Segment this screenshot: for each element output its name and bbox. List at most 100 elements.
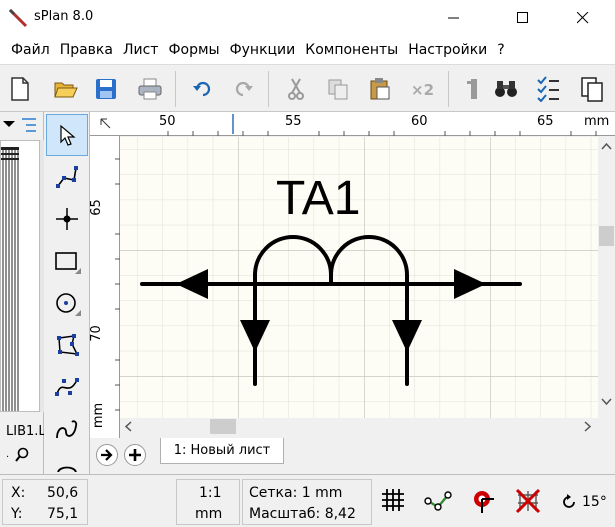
menu-help[interactable]: ? [492,36,509,64]
snap-off-button[interactable] [514,487,544,517]
paste-button[interactable] [364,73,396,105]
ruler-label-left: 65 [88,199,104,216]
library-items-preview [1,147,19,411]
menu-file[interactable]: Файл [6,36,55,64]
text-tool[interactable] [46,450,88,472]
list-view-icon [22,118,36,132]
library-menu-dropdown[interactable] [2,118,16,133]
component-icon [467,79,477,99]
library-list[interactable] [0,140,40,412]
save-button[interactable] [90,73,122,105]
scroll-down-icon[interactable] [601,398,612,406]
copy-button[interactable] [322,73,354,105]
open-file-button[interactable] [50,73,82,105]
toolbar-separator [448,71,449,107]
y-label: Y: [11,506,23,522]
rectangle-tool[interactable] [46,240,88,282]
grid-zoom-panel[interactable]: Сетка: 1 mm Масштаб: 8,42 [242,479,372,525]
library-view-button[interactable] [18,114,40,136]
text-tool-icon [57,466,77,472]
cut-button[interactable] [280,73,312,105]
ruler-label-top: 65 [537,114,554,129]
grid-toggle-button[interactable] [380,487,410,517]
polyline-tool[interactable] [46,156,88,198]
component-tool-button[interactable] [458,73,490,105]
vertical-scroll-thumb[interactable] [599,226,614,246]
horizontal-scroll-thumb[interactable] [210,419,236,434]
svg-text:.: . [6,449,9,460]
component-label[interactable]: TA1 [276,175,360,223]
library-search-button[interactable]: . [6,446,36,468]
polygon-tool[interactable] [46,324,88,366]
vertical-ruler: 65 70 mm [88,136,120,438]
close-button[interactable] [560,0,606,36]
clipboard-paste-icon [370,78,390,100]
svg-text:×2: ×2 [411,81,434,98]
circle-icon [56,293,81,316]
rotate-icon [563,494,575,508]
menu-sheet[interactable]: Лист [118,36,163,64]
print-button[interactable] [134,73,166,105]
parts-list-button[interactable] [532,73,564,105]
redo-button[interactable] [228,73,260,105]
grid-icon [382,489,404,511]
menu-components[interactable]: Компоненты [300,36,403,64]
ruler-unit-top: mm [584,114,610,129]
select-tool[interactable] [46,114,88,156]
library-panel: LIB1.L . [0,112,46,474]
toolbar-separator [175,71,176,107]
ruler-unit-left: mm [91,402,107,429]
copy-icon [328,79,348,100]
find-button[interactable] [490,73,522,105]
scale-panel[interactable]: 1:1 mm [176,479,240,525]
grid-size: Сетка: 1 mm [249,485,343,501]
save-disk-icon [96,79,116,99]
snap-nodes-button[interactable] [424,487,454,517]
drawing-canvas[interactable]: TA1 [120,137,599,418]
ruler-ticks [115,158,120,411]
add-sheet-button[interactable] [124,444,146,466]
sheet-tab-bar: 1: Новый лист [90,438,615,472]
pages-button[interactable] [576,73,608,105]
menu-functions[interactable]: Функции [225,36,301,64]
scroll-left-icon[interactable] [124,421,132,432]
y-value: 75,1 [47,506,79,522]
window-title: sPlan 8.0 [34,9,94,24]
undo-button[interactable] [186,73,218,105]
x-label: X: [11,485,26,501]
magnet-snap-icon [474,491,494,513]
drawing-tools [44,112,90,474]
circle-tool[interactable] [46,282,88,324]
bezier-tool[interactable] [46,366,88,408]
rotation-angle-button[interactable]: 15° [560,487,612,517]
scroll-right-icon[interactable] [584,421,592,432]
vertical-scrollbar[interactable] [598,136,615,438]
menu-edit[interactable]: Правка [55,36,118,64]
app-pen-icon [8,8,28,28]
menu-forms[interactable]: Формы [163,36,224,64]
freehand-tool[interactable] [46,408,88,450]
duplicate-button[interactable]: ×2 [408,73,440,105]
sheet-tab[interactable]: 1: Новый лист [160,438,284,464]
maximize-button[interactable] [500,0,546,36]
plus-icon [129,449,141,461]
next-sheet-button[interactable] [96,444,118,466]
junction-icon [56,208,78,230]
horizontal-scrollbar[interactable] [120,418,598,435]
toolbar-separator [268,71,269,107]
junction-tool[interactable] [46,198,88,240]
scale-ratio: 1:1 [199,485,222,501]
scissors-icon [288,78,304,100]
duplicate-x2-icon: ×2 [411,81,434,98]
minimize-button[interactable] [431,0,477,36]
new-file-button[interactable] [4,73,36,105]
scroll-up-icon[interactable] [601,142,612,150]
unit-label: mm [195,506,223,522]
undo-icon [193,81,211,97]
bezier-curve-icon [55,378,79,396]
magnet-snap-button[interactable] [470,487,500,517]
rectangle-icon [55,252,81,274]
menu-settings[interactable]: Настройки [403,36,492,64]
coordinates-panel: X: 50,6 Y: 75,1 [2,479,88,525]
maximize-icon [517,12,528,23]
